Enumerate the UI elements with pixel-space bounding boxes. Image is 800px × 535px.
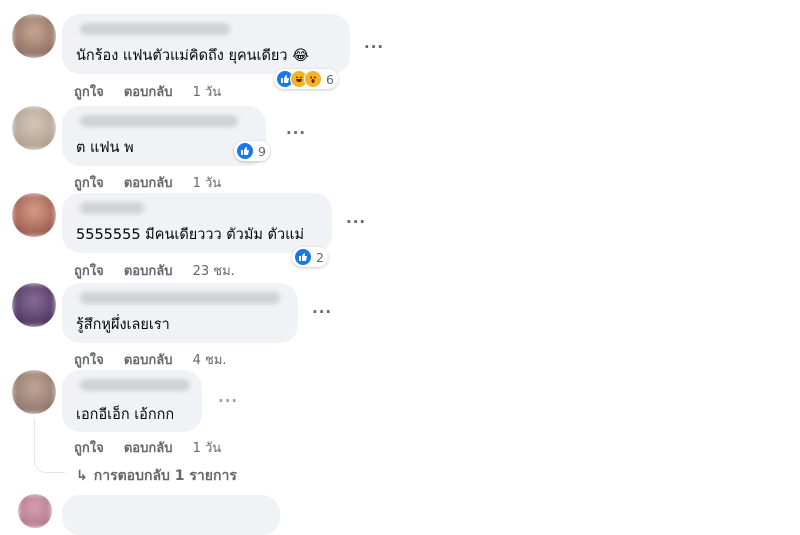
reaction-badge[interactable]: 6 [274, 69, 338, 89]
reply-button[interactable]: ตอบกลับ [124, 85, 173, 100]
more-options-icon[interactable]: ··· [218, 392, 238, 410]
comment-bubble: เอกอีเอ็ก เอ้กกก [62, 370, 202, 432]
comment-bubble: นักร้อง แฟนตัวแม่คิดถึง ยุคนเดียว 😂 6 [62, 14, 350, 89]
reaction-badge[interactable]: 2 [292, 247, 328, 267]
reply-button[interactable]: ตอบกลับ [124, 441, 173, 456]
commenter-name[interactable] [80, 379, 190, 391]
comment-text: รู้สึกหูผึ่งเลยเรา [76, 317, 170, 333]
commenter-avatar[interactable] [18, 494, 52, 528]
reaction-count: 9 [258, 143, 266, 159]
like-button[interactable]: ถูกใจ [74, 176, 104, 191]
commenter-name[interactable] [80, 292, 280, 304]
timestamp[interactable]: 1 วัน [193, 85, 222, 100]
view-replies-label: การตอบกลับ 1 รายการ [93, 468, 237, 484]
commenter-avatar[interactable] [12, 14, 56, 58]
timestamp[interactable]: 4 ชม. [193, 353, 227, 368]
comment-text: ต แฟน พ [76, 140, 134, 156]
comment-actions: ถูกใจ ตอบกลับ 23 ชม. [74, 260, 235, 281]
comment-bubble: ต แฟน พ 9 [62, 106, 270, 166]
comment-actions: ถูกใจ ตอบกลับ 4 ชม. [74, 349, 227, 370]
commenter-name[interactable] [80, 23, 230, 35]
like-button[interactable]: ถูกใจ [74, 441, 104, 456]
comment-bubble: 5555555 มีคนเดียววว ตัวมัม ตัวแม่ 2 [62, 193, 332, 267]
more-options-icon[interactable]: ··· [364, 38, 384, 56]
comment-bubble [62, 495, 280, 535]
commenter-avatar[interactable] [12, 193, 56, 237]
timestamp[interactable]: 1 วัน [193, 441, 222, 456]
like-button[interactable]: ถูกใจ [74, 264, 104, 279]
reply-arrow-icon: ↳ [76, 468, 88, 484]
reply-button[interactable]: ตอบกลับ [124, 353, 173, 368]
timestamp[interactable]: 23 ชม. [193, 264, 235, 279]
reaction-count: 2 [316, 249, 324, 265]
wow-reaction-icon [304, 70, 322, 88]
more-options-icon[interactable]: ··· [312, 303, 332, 321]
comment-text: เอกอีเอ็ก เอ้กกก [76, 407, 175, 423]
commenter-name[interactable] [80, 115, 238, 127]
commenter-avatar[interactable] [12, 283, 56, 327]
more-options-icon[interactable]: ··· [286, 124, 306, 142]
like-button[interactable]: ถูกใจ [74, 85, 104, 100]
reply-button[interactable]: ตอบกลับ [124, 176, 173, 191]
thread-connector [34, 418, 65, 473]
like-reaction-icon [294, 248, 312, 266]
commenter-name[interactable] [80, 202, 144, 214]
reaction-badge[interactable]: 9 [234, 141, 270, 161]
like-reaction-icon [236, 142, 254, 160]
reaction-count: 6 [326, 71, 334, 87]
like-button[interactable]: ถูกใจ [74, 353, 104, 368]
comment-actions: ถูกใจ ตอบกลับ 1 วัน [74, 172, 221, 193]
commenter-avatar[interactable] [12, 370, 56, 414]
timestamp[interactable]: 1 วัน [193, 176, 222, 191]
commenter-avatar[interactable] [12, 106, 56, 150]
comment-text: 5555555 มีคนเดียววว ตัวมัม ตัวแม่ [76, 227, 305, 243]
reply-button[interactable]: ตอบกลับ [124, 264, 173, 279]
comment-actions: ถูกใจ ตอบกลับ 1 วัน [74, 81, 221, 102]
comment-bubble: รู้สึกหูผึ่งเลยเรา [62, 283, 298, 343]
view-replies-link[interactable]: ↳ การตอบกลับ 1 รายการ [76, 465, 237, 487]
more-options-icon[interactable]: ··· [346, 213, 366, 231]
comment-text: นักร้อง แฟนตัวแม่คิดถึง ยุคนเดียว 😂 [76, 48, 310, 64]
comment-actions: ถูกใจ ตอบกลับ 1 วัน [74, 437, 221, 458]
